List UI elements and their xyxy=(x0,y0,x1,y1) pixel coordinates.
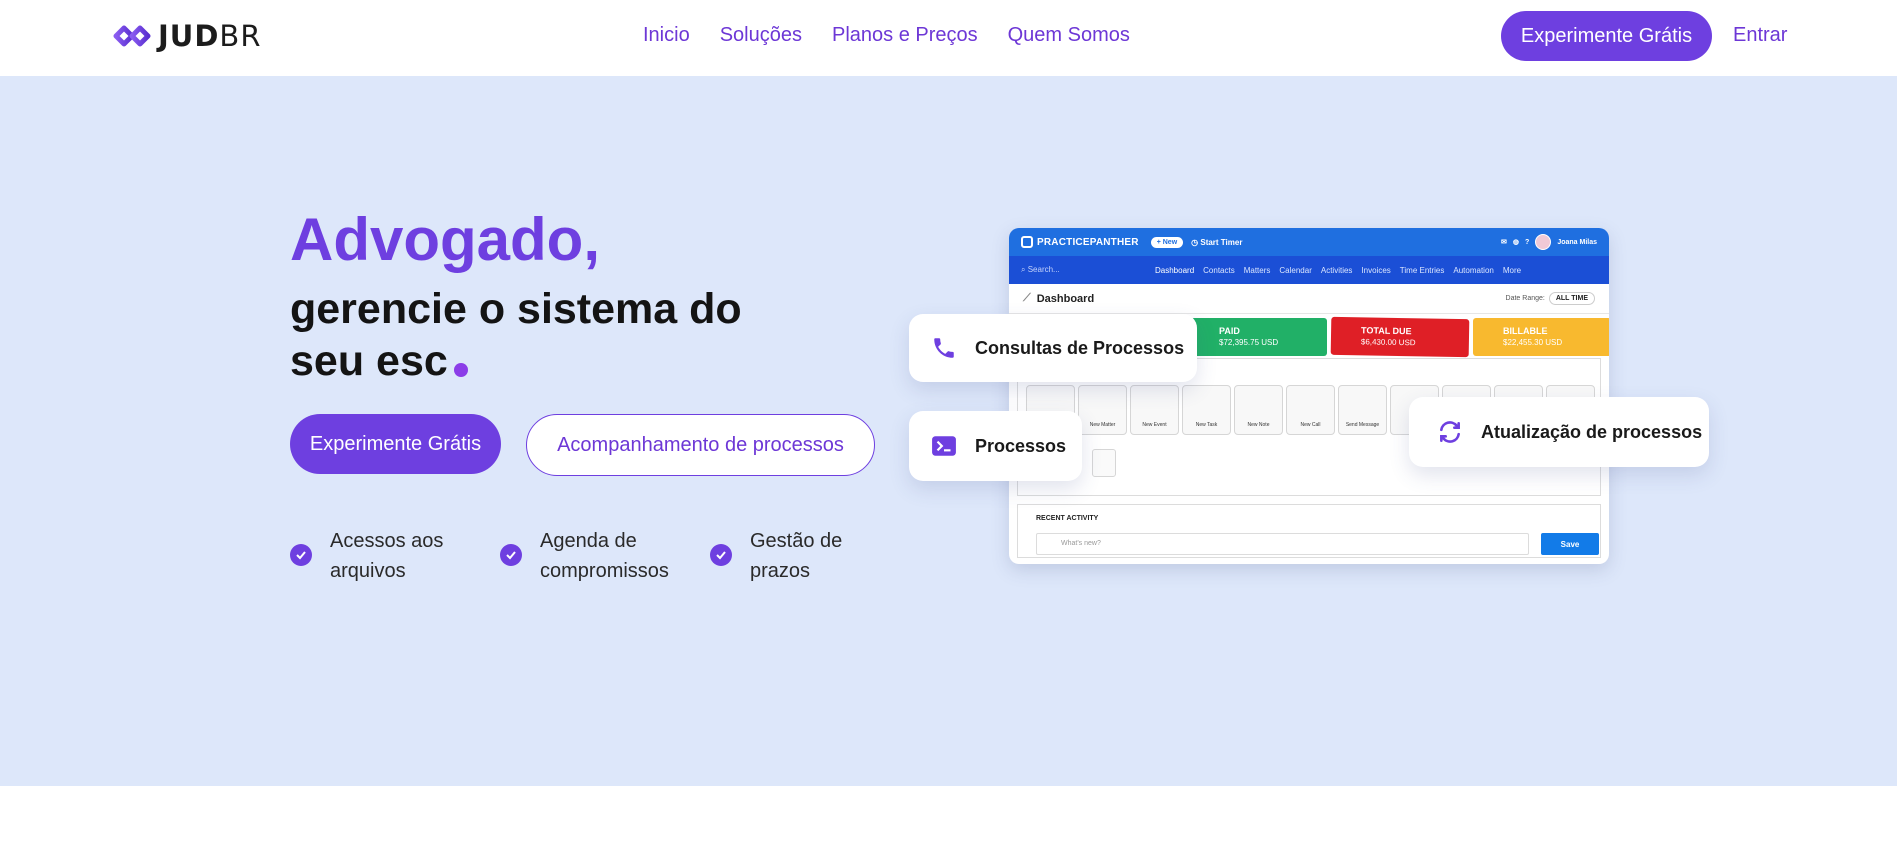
globe-icon: ◍ xyxy=(1512,239,1520,246)
card-processos[interactable]: Processos xyxy=(909,411,1082,481)
mock-card-billable: BILLABLE $22,455.30 USD xyxy=(1473,318,1609,356)
mock-date-range: Date Range: ALL TIME xyxy=(1506,292,1595,305)
nav-link-inicio[interactable]: Inicio xyxy=(643,24,690,47)
refresh-icon xyxy=(1435,417,1465,447)
mock-tab: More xyxy=(1502,265,1522,275)
nav-link-planos[interactable]: Planos e Preços xyxy=(832,24,978,47)
mock-tab: Invoices xyxy=(1361,265,1391,275)
card-consultas[interactable]: Consultas de Processos xyxy=(909,314,1197,382)
mock-tile: New Matter xyxy=(1078,385,1127,435)
nav-trial-button[interactable]: Experimente Grátis xyxy=(1501,11,1712,61)
card-atualizacao-label: Atualização de processos xyxy=(1481,421,1703,442)
card-processos-label: Processos xyxy=(975,435,1067,456)
mock-tile: Send Message xyxy=(1338,385,1387,435)
feature-item: Gestão de prazos xyxy=(710,526,920,586)
top-navbar: JUDBR Inicio Soluções Planos e Preços Qu… xyxy=(0,0,1897,76)
logo-text: JUDBR xyxy=(158,19,262,53)
mock-tile: New Note xyxy=(1234,385,1283,435)
phone-icon xyxy=(929,333,959,363)
mock-brand: PRACTICEPANTHER xyxy=(1021,236,1139,248)
mock-card-paid: PAID $72,395.75 USD xyxy=(1189,318,1327,356)
mock-tile-small xyxy=(1092,449,1116,477)
mock-card-total-due: TOTAL DUE $6,430.00 USD xyxy=(1330,316,1470,358)
logo[interactable]: JUDBR xyxy=(110,19,262,53)
check-icon xyxy=(290,544,312,566)
feature-label: Acessos aos arquivos xyxy=(330,530,444,582)
mock-search: ⌕ Search... xyxy=(1021,265,1060,274)
typing-dot-icon xyxy=(453,363,468,377)
mock-tile: New Task xyxy=(1182,385,1231,435)
mock-tab: Time Entries xyxy=(1399,265,1445,275)
nav-link-solucoes[interactable]: Soluções xyxy=(720,24,802,47)
hero-subtitle: gerencie o sistema do seu esc xyxy=(290,285,742,385)
nav-link-quem-somos[interactable]: Quem Somos xyxy=(1008,24,1130,47)
check-icon xyxy=(710,544,732,566)
mock-tab: Calendar xyxy=(1279,265,1312,275)
mock-tab: Automation xyxy=(1453,265,1494,275)
feature-list: Acessos aos arquivos Agenda de compromis… xyxy=(290,526,920,586)
trial-button[interactable]: Experimente Grátis xyxy=(290,414,501,474)
hero-section: Advogado, gerencie o sistema do seu esc … xyxy=(0,76,1897,786)
mock-timer: ◷ Start Timer xyxy=(1191,237,1243,247)
mock-tab: Dashboard xyxy=(1155,265,1195,275)
feature-item: Agenda de compromissos xyxy=(500,526,710,586)
logo-icon xyxy=(113,25,151,47)
mock-navbar: ⌕ Search... Dashboard Contacts Matters C… xyxy=(1009,256,1609,284)
feature-label: Gestão de prazos xyxy=(750,530,843,582)
mock-user: ✉ ◍ ? Joana Milas xyxy=(1501,234,1597,250)
chart-icon: ⟋ xyxy=(1023,292,1031,304)
mail-icon: ✉ xyxy=(1501,239,1507,246)
mock-tab: Activities xyxy=(1320,265,1353,275)
mock-tab: Contacts xyxy=(1203,265,1235,275)
mock-tab: Matters xyxy=(1243,265,1271,275)
card-consultas-label: Consultas de Processos xyxy=(975,337,1185,358)
product-screenshot: PRACTICEPANTHER + New ◷ Start Timer ✉ ◍ … xyxy=(1009,228,1609,564)
mock-tile: New Event xyxy=(1130,385,1179,435)
mock-topbar: PRACTICEPANTHER + New ◷ Start Timer ✉ ◍ … xyxy=(1009,228,1609,256)
feature-item: Acessos aos arquivos xyxy=(290,526,500,586)
hero-title: Advogado, xyxy=(290,206,600,273)
terminal-icon xyxy=(929,431,959,461)
mock-new-button: + New xyxy=(1150,236,1184,248)
mock-recent-activity: RECENT ACTIVITY What's new? Save xyxy=(1017,504,1601,558)
card-atualizacao[interactable]: Atualização de processos xyxy=(1409,397,1709,467)
mock-tile: New Call xyxy=(1286,385,1335,435)
check-icon xyxy=(500,544,522,566)
mock-save-button: Save xyxy=(1541,533,1599,555)
login-link[interactable]: Entrar xyxy=(1733,24,1787,47)
mock-tabs: Dashboard Contacts Matters Calendar Acti… xyxy=(1155,266,1521,275)
help-icon: ? xyxy=(1525,238,1530,246)
mock-summary-cards: PAID $72,395.75 USD TOTAL DUE $6,430.00 US… xyxy=(1189,316,1609,358)
mock-recent-title: RECENT ACTIVITY xyxy=(1036,515,1099,522)
mock-recent-input: What's new? xyxy=(1036,533,1529,555)
nav-links: Inicio Soluções Planos e Preços Quem Som… xyxy=(643,24,1130,47)
avatar xyxy=(1535,234,1552,250)
mock-dashboard-header: ⟋ Dashboard Date Range: ALL TIME xyxy=(1009,284,1609,314)
feature-label: Agenda de compromissos xyxy=(540,530,669,582)
process-tracking-button[interactable]: Acompanhamento de processos xyxy=(526,414,875,476)
panther-logo-icon xyxy=(1021,236,1033,248)
